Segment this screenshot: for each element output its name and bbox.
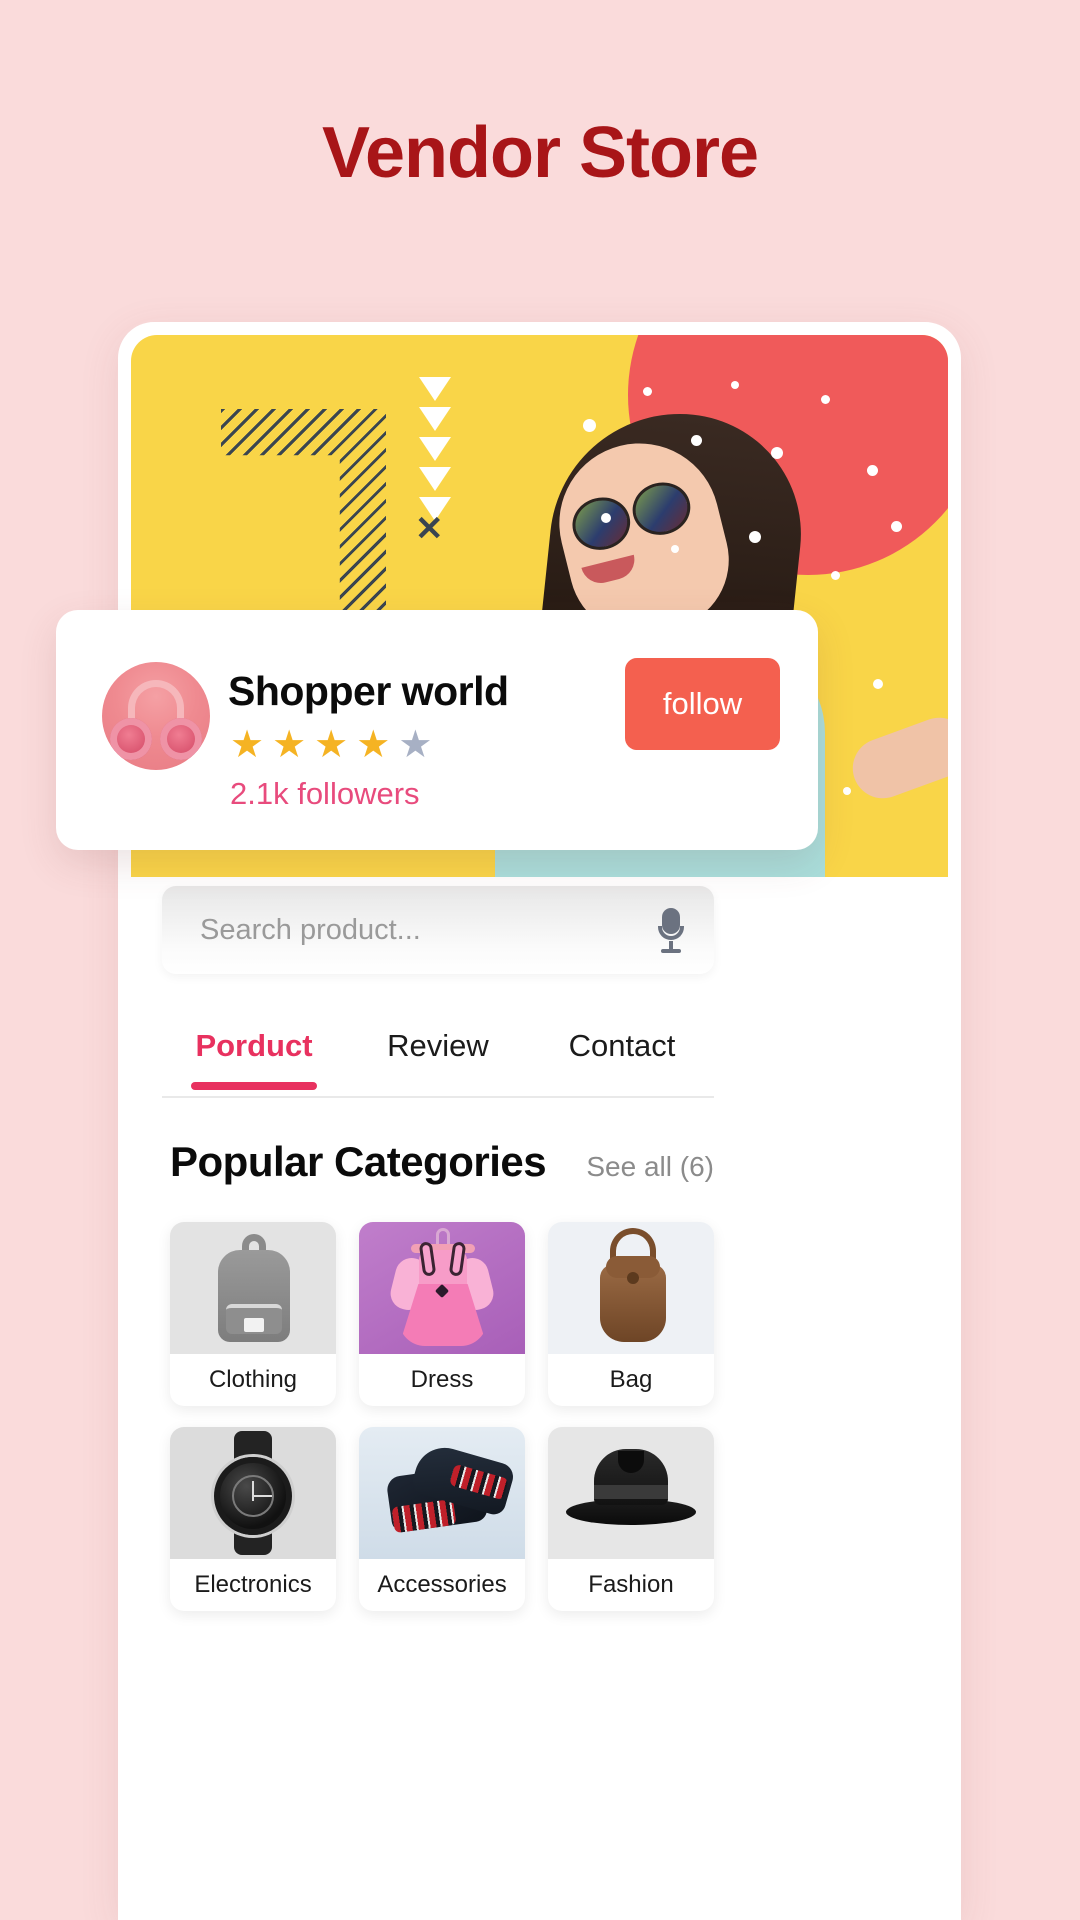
- microphone-icon[interactable]: [658, 908, 684, 954]
- page-title: Vendor Store: [321, 113, 759, 193]
- category-label: Electronics: [194, 1571, 312, 1598]
- triangle-arrows-decoration: [419, 377, 451, 527]
- watch-icon: [170, 1427, 336, 1559]
- see-all-link[interactable]: See all (6): [586, 1151, 714, 1183]
- tab-contact[interactable]: Contact: [530, 1022, 714, 1064]
- tab-bar: Porduct Review Contact: [162, 1022, 714, 1100]
- shoes-icon: [359, 1427, 525, 1559]
- followers-count: 2.1k followers: [230, 776, 420, 811]
- category-card-bag[interactable]: Bag: [548, 1222, 714, 1406]
- search-bar[interactable]: [162, 886, 714, 974]
- store-avatar[interactable]: [102, 662, 210, 770]
- dress-icon: [359, 1222, 525, 1354]
- star-icon-4: ★: [356, 724, 391, 766]
- category-label: Dress: [410, 1366, 474, 1393]
- search-input[interactable]: [200, 886, 630, 974]
- category-label: Clothing: [208, 1366, 298, 1393]
- cross-mark-decoration: ✕: [415, 510, 444, 548]
- hatch-pattern-decoration: [221, 409, 386, 619]
- categories-grid: Clothing Dress Bag Electronics Accessori…: [170, 1222, 714, 1611]
- category-label: Accessories: [377, 1571, 507, 1598]
- phone-surface: ✕ Search product... Porduct Review Conta…: [118, 322, 961, 1920]
- star-icon-5: ★: [398, 724, 433, 766]
- tab-review[interactable]: Review: [346, 1022, 530, 1064]
- category-card-dress[interactable]: Dress: [359, 1222, 525, 1406]
- bag-icon: [548, 1222, 714, 1354]
- category-card-fashion[interactable]: Fashion: [548, 1427, 714, 1611]
- categories-header: Popular Categories See all (6): [170, 1138, 714, 1186]
- tab-porduct[interactable]: Porduct: [162, 1022, 346, 1064]
- category-card-clothing[interactable]: Clothing: [170, 1222, 336, 1406]
- store-name: Shopper world: [228, 668, 509, 714]
- category-label: Bag: [609, 1366, 653, 1393]
- screen-root: Vendor Store ✕ Search product... Porduct…: [0, 0, 1080, 1920]
- category-card-electronics[interactable]: Electronics: [170, 1427, 336, 1611]
- follow-button[interactable]: follow: [625, 658, 780, 750]
- backpack-icon: [170, 1222, 336, 1354]
- category-card-accessories[interactable]: Accessories: [359, 1427, 525, 1611]
- categories-title: Popular Categories: [170, 1138, 547, 1185]
- store-info-card: Shopper world ★ ★ ★ ★ ★ 2.1k followers f…: [56, 610, 818, 850]
- star-icon-2: ★: [272, 724, 307, 766]
- star-icon-1: ★: [230, 724, 265, 766]
- rating-stars: ★ ★ ★ ★ ★: [230, 726, 432, 764]
- tab-divider: [162, 1096, 714, 1098]
- hat-icon: [548, 1427, 714, 1559]
- category-label: Fashion: [588, 1571, 674, 1598]
- star-icon-3: ★: [314, 724, 349, 766]
